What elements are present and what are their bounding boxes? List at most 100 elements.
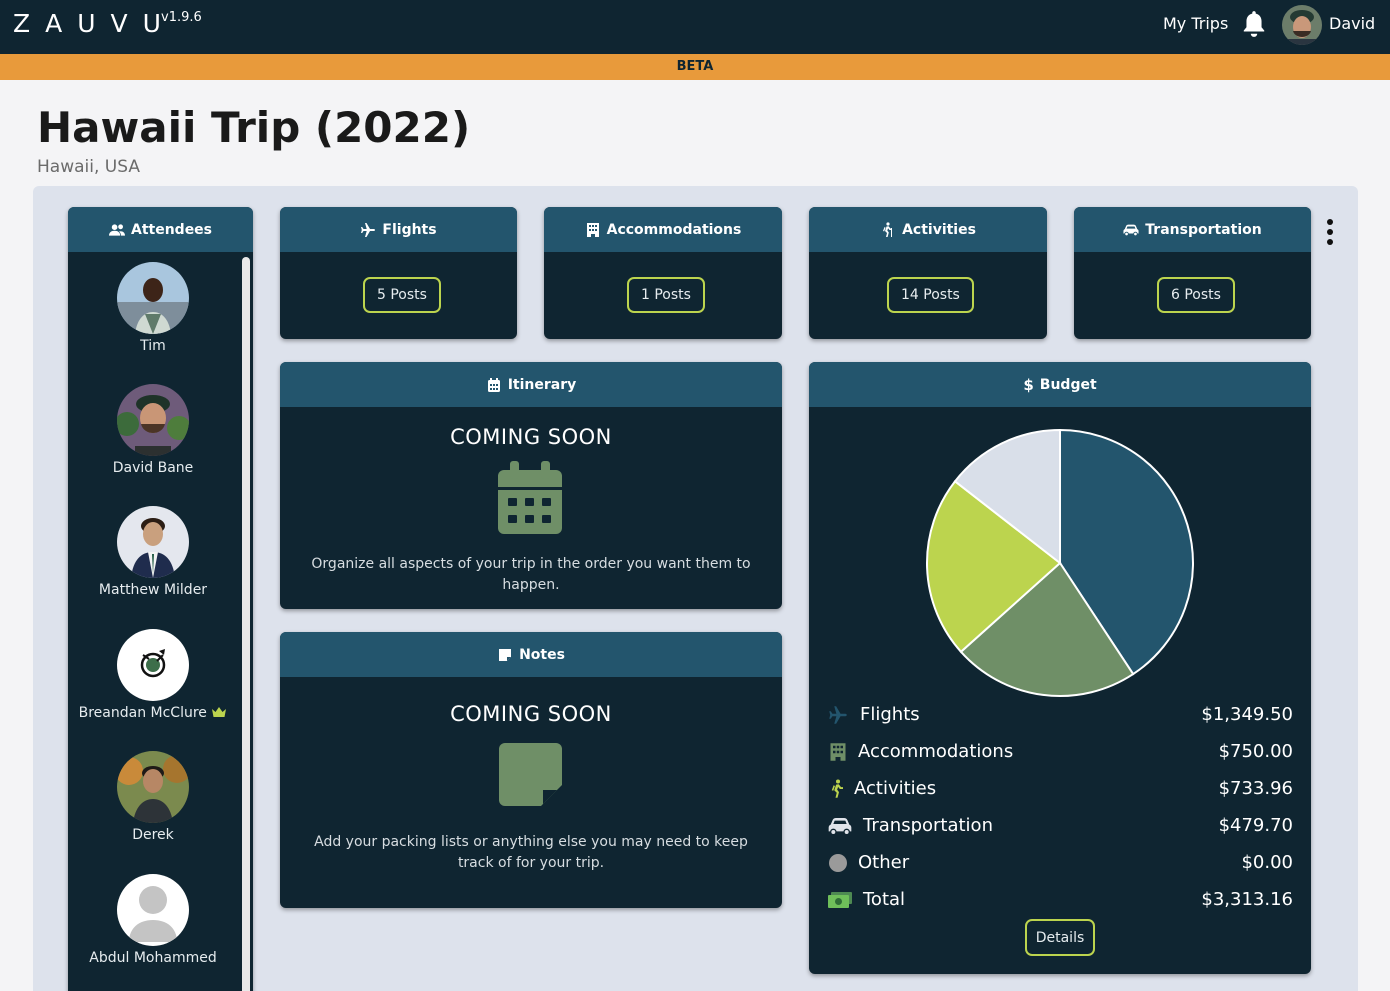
- plane-icon: [829, 706, 847, 724]
- sticky-note-icon: [499, 743, 562, 806]
- budget-label: Activities: [854, 778, 937, 799]
- bell-icon[interactable]: [1241, 10, 1267, 38]
- money-icon: [828, 892, 852, 908]
- budget-value: $3,313.16: [1201, 889, 1293, 910]
- attendee-name: Abdul Mohammed: [89, 950, 217, 966]
- attendee-name: David Bane: [112, 460, 194, 476]
- trip-title: Hawaii Trip (2022): [37, 103, 471, 152]
- user-avatar[interactable]: [1282, 5, 1322, 45]
- activities-header: Activities: [809, 207, 1047, 252]
- notes-coming-soon: COMING SOON: [450, 702, 612, 726]
- attendee-name: Derek: [132, 827, 174, 843]
- scrollbar-thumb[interactable]: [242, 257, 250, 991]
- beta-banner: BETA: [0, 54, 1390, 80]
- budget-details-button[interactable]: Details: [1025, 919, 1095, 956]
- attendees-title: Attendees: [130, 221, 213, 238]
- calendar-small-icon: [487, 377, 500, 392]
- attendee-photo: [117, 629, 189, 701]
- activities-card: Activities 14 Posts: [809, 207, 1047, 339]
- transportation-title: Transportation: [1145, 221, 1262, 238]
- accommodations-card: Accommodations 1 Posts: [544, 207, 782, 339]
- flights-header: Flights: [280, 207, 517, 252]
- flights-card: Flights 5 Posts: [280, 207, 517, 339]
- notes-header: Notes: [280, 632, 782, 677]
- budget-value: $479.70: [1218, 815, 1293, 836]
- itinerary-header: Itinerary: [280, 362, 782, 407]
- budget-row-other: Other $0.00: [818, 850, 1293, 876]
- itinerary-coming-soon: COMING SOON: [450, 425, 612, 449]
- budget-header: $ Budget: [809, 362, 1311, 407]
- attendee-item[interactable]: Matthew Milder: [68, 506, 238, 598]
- flights-title: Flights: [382, 221, 437, 238]
- budget-label: Transportation: [863, 815, 993, 836]
- transportation-posts-button[interactable]: 6 Posts: [1157, 277, 1235, 313]
- budget-label: Accommodations: [858, 741, 1014, 762]
- budget-pie-chart: [926, 428, 1194, 697]
- budget-row-accommodations: Accommodations $750.00: [818, 739, 1293, 765]
- attendee-scrollbar[interactable]: [239, 255, 253, 991]
- car-icon: [828, 818, 852, 836]
- accommodations-title: Accommodations: [606, 221, 742, 238]
- notes-card: Notes COMING SOON Add your packing lists…: [280, 632, 782, 908]
- transportation-header: Transportation: [1074, 207, 1311, 252]
- attendee-item[interactable]: Derek: [68, 751, 238, 843]
- attendee-item[interactable]: David Bane: [68, 384, 238, 476]
- attendee-item[interactable]: Tim: [68, 262, 238, 354]
- activities-posts-button[interactable]: 14 Posts: [887, 277, 974, 313]
- budget-value: $1,349.50: [1201, 704, 1293, 725]
- attendee-photo: [117, 384, 189, 456]
- flights-posts-button[interactable]: 5 Posts: [363, 277, 441, 313]
- budget-value: $750.00: [1218, 741, 1293, 762]
- attendee-item[interactable]: Abdul Mohammed: [68, 874, 238, 966]
- attendee-name: Breandan McClure: [68, 705, 238, 721]
- budget-card: $ Budget: [809, 362, 1311, 974]
- budget-label: Flights: [860, 704, 920, 725]
- users-icon: [108, 223, 125, 236]
- attendee-name: Matthew Milder: [98, 582, 208, 598]
- budget-row-transportation: Transportation $479.70: [818, 813, 1293, 839]
- transportation-card: Transportation 6 Posts: [1074, 207, 1311, 339]
- budget-row-activities: Activities $733.96: [818, 776, 1293, 802]
- attendee-photo: [117, 506, 189, 578]
- attendee-item[interactable]: Breandan McClure: [68, 629, 238, 721]
- activities-title: Activities: [902, 221, 976, 238]
- budget-row-flights: Flights $1,349.50: [818, 702, 1293, 728]
- circle-icon: [829, 854, 847, 872]
- default-avatar-icon: [117, 874, 189, 946]
- budget-label: Other: [858, 852, 910, 873]
- plane-icon: [361, 222, 376, 237]
- notes-title: Notes: [519, 646, 565, 663]
- crown-icon: [212, 707, 227, 717]
- building-icon: [586, 222, 599, 237]
- itinerary-title: Itinerary: [507, 376, 577, 393]
- attendee-name: Tim: [140, 338, 166, 354]
- attendee-photo: [117, 751, 189, 823]
- kebab-menu-icon[interactable]: [1325, 218, 1335, 246]
- car-icon: [1123, 224, 1139, 236]
- top-nav-bar: ZAUVU v1.9.6 My Trips David: [0, 0, 1390, 54]
- calendar-icon: [498, 461, 562, 534]
- accommodations-header: Accommodations: [544, 207, 782, 252]
- attendees-header: Attendees: [68, 207, 253, 252]
- trip-location: Hawaii, USA: [37, 157, 140, 177]
- itinerary-description: Organize all aspects of your trip in the…: [311, 556, 751, 593]
- budget-value: $733.96: [1218, 778, 1293, 799]
- budget-title: Budget: [1039, 376, 1097, 393]
- nav-user-name[interactable]: David: [1329, 14, 1375, 33]
- notes-description: Add your packing lists or anything else …: [314, 834, 748, 871]
- budget-label: Total: [863, 889, 906, 910]
- hiking-icon: [883, 221, 893, 237]
- hiking-icon: [831, 779, 843, 798]
- budget-row-total: Total $3,313.16: [818, 887, 1293, 913]
- app-version: v1.9.6: [161, 10, 202, 25]
- attendees-card: Attendees Tim David Bane Matthew Milder …: [68, 207, 253, 991]
- budget-value: $0.00: [1241, 852, 1293, 873]
- building-icon: [830, 743, 846, 761]
- nav-my-trips-link[interactable]: My Trips: [1163, 14, 1228, 33]
- accommodations-posts-button[interactable]: 1 Posts: [627, 277, 705, 313]
- app-logo[interactable]: ZAUVU: [13, 9, 176, 38]
- attendee-photo: [117, 262, 189, 334]
- itinerary-card: Itinerary COMING SOON Organize all aspec…: [280, 362, 782, 609]
- dollar-icon: $: [1023, 375, 1034, 394]
- note-small-icon: [499, 648, 512, 661]
